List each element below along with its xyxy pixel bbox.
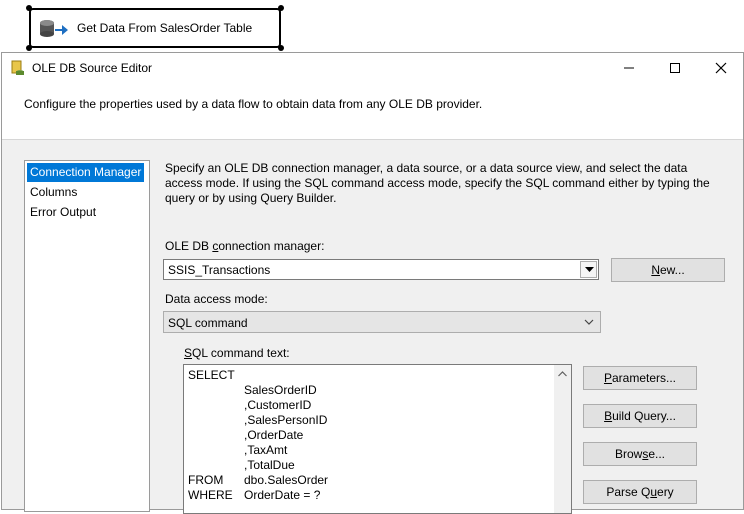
sql-keyword: WHERE [188, 488, 233, 502]
maximize-button[interactable] [652, 53, 698, 83]
resize-handle[interactable] [26, 45, 32, 51]
window-title: OLE DB Source Editor [32, 61, 153, 75]
sql-keyword: SELECT [188, 368, 235, 382]
header-description: Configure the properties used by a data … [24, 97, 483, 111]
nav-item-error-output[interactable]: Error Output [27, 203, 99, 222]
header-panel: Configure the properties used by a data … [2, 83, 743, 140]
connection-manager-label: OLE DB connection manager: [165, 239, 325, 253]
title-bar[interactable]: OLE DB Source Editor [2, 53, 743, 83]
vertical-scrollbar[interactable] [554, 365, 571, 513]
task-label: Get Data From SalesOrder Table [77, 21, 253, 35]
minimize-icon [624, 67, 634, 69]
browse-button[interactable]: Browse... [583, 442, 697, 466]
minimize-button[interactable] [606, 53, 652, 83]
connection-manager-combo[interactable]: SSIS_Transactions [163, 259, 599, 280]
sql-line: ,OrderDate [244, 428, 304, 442]
nav-item-columns[interactable]: Columns [27, 183, 80, 202]
new-connection-button[interactable]: New... [611, 258, 725, 282]
sql-command-text-label: SQL command text: [184, 346, 290, 360]
close-icon [715, 62, 727, 74]
sql-line: ,TotalDue [244, 458, 295, 472]
resize-handle[interactable] [278, 5, 284, 11]
data-access-mode-value: SQL command [168, 316, 248, 330]
chevron-down-icon [584, 319, 594, 325]
nav-item-connection-manager[interactable]: Connection Manager [27, 163, 145, 182]
data-access-mode-select[interactable]: SQL command [163, 311, 601, 333]
page-nav-list[interactable]: Connection Manager Columns Error Output [24, 160, 150, 512]
task-component[interactable]: Get Data From SalesOrder Table [26, 5, 284, 51]
build-query-button[interactable]: Build Query... [583, 404, 697, 428]
sql-line: OrderDate = ? [244, 488, 321, 502]
parse-query-button[interactable]: Parse Query [583, 480, 697, 504]
sql-line: ,TaxAmt [244, 443, 288, 457]
parameters-button[interactable]: Parameters... [583, 366, 697, 390]
close-button[interactable] [698, 53, 744, 83]
sql-line: ,CustomerID [244, 398, 312, 412]
ole-db-source-icon [40, 20, 68, 37]
designer-canvas: Get Data From SalesOrder Table [0, 0, 744, 52]
sql-keyword: FROM [188, 473, 224, 487]
ole-db-source-editor-dialog: OLE DB Source Editor Configure the prope… [1, 52, 744, 514]
ssis-component-icon [11, 60, 24, 75]
resize-handle[interactable] [278, 45, 284, 51]
scroll-up-icon[interactable] [558, 371, 567, 377]
sql-command-textarea[interactable]: SELECT SalesOrderID ,CustomerID ,SalesPe… [183, 364, 572, 514]
sql-line: dbo.SalesOrder [244, 473, 329, 487]
data-access-mode-label: Data access mode: [165, 292, 268, 306]
connection-manager-value: SSIS_Transactions [168, 263, 271, 277]
sql-line: ,SalesPersonID [244, 413, 328, 427]
maximize-icon [670, 63, 680, 73]
resize-handle[interactable] [26, 5, 32, 11]
dropdown-arrow-icon[interactable] [580, 261, 597, 278]
page-description: Specify an OLE DB connection manager, a … [165, 161, 710, 205]
sql-line: SalesOrderID [244, 383, 317, 397]
